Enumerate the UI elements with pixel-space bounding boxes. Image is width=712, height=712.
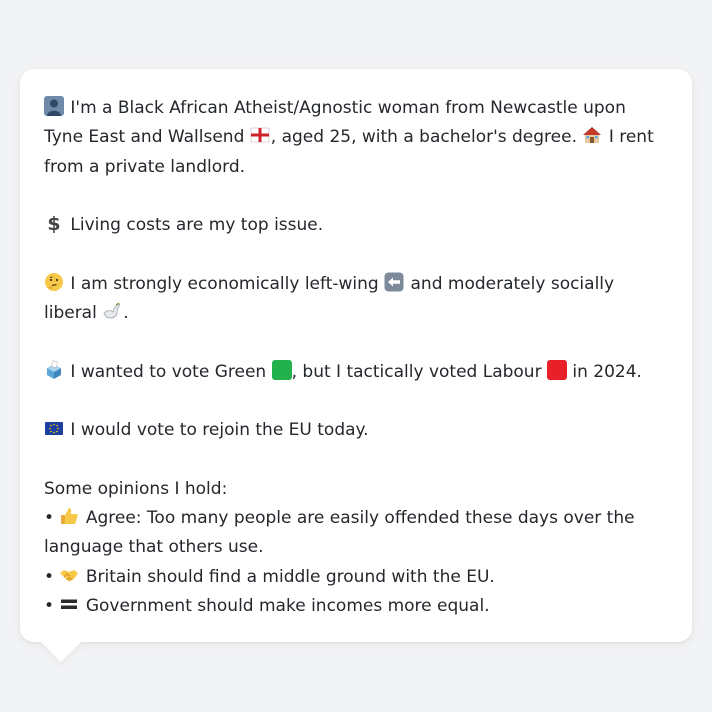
house-icon <box>583 127 602 144</box>
eu-paragraph: I would vote to rejoin the EU today. <box>44 416 668 445</box>
opinion-item: • Government should make incomes more eq… <box>44 592 668 621</box>
issue-text: Living costs are my top issue. <box>70 215 324 236</box>
ballot-box-icon <box>47 359 61 379</box>
opinion-text-2: Britain should find a middle ground with… <box>85 566 495 587</box>
profile-text-2: , aged 25, with a bachelor's degree. <box>270 127 577 148</box>
opinion-item: • Britain should find a middle ground wi… <box>44 563 668 592</box>
vote-text-1: I wanted to vote Green <box>70 361 267 382</box>
left-arrow-icon <box>384 272 404 292</box>
issue-paragraph: $ Living costs are my top issue. <box>44 211 668 240</box>
bullet: • <box>44 566 55 587</box>
vote-text-3: in 2024. <box>572 361 642 382</box>
opinion-text-1: Agree: Too many people are easily offend… <box>44 508 635 558</box>
ideology-text-3: . <box>123 303 129 324</box>
thinking-face-icon <box>45 272 63 291</box>
dove-icon <box>103 302 121 319</box>
bullet: • <box>44 596 55 617</box>
opinion-item: • Agree: Too many people are easily offe… <box>44 504 668 563</box>
dollar-icon: $ <box>47 213 60 233</box>
equals-icon <box>61 599 78 610</box>
red-square-icon <box>546 359 567 380</box>
thumbs-up-icon <box>61 508 79 525</box>
eu-flag-icon <box>45 422 63 436</box>
profile-paragraph: I'm a Black African Atheist/Agnostic wom… <box>44 94 668 182</box>
bullet: • <box>44 508 55 529</box>
vote-paragraph: I wanted to vote Green , but I tacticall… <box>44 358 668 387</box>
opinions-heading: Some opinions I hold: <box>44 478 228 499</box>
ideology-paragraph: I am strongly economically left-wing and… <box>44 270 668 329</box>
england-flag-icon <box>250 127 270 143</box>
person-icon <box>44 96 64 116</box>
ideology-text-1: I am strongly economically left-wing <box>70 273 379 294</box>
handshake-icon <box>60 569 79 582</box>
vote-text-2: , but I tactically voted Labour <box>291 361 542 382</box>
message-card: I'm a Black African Atheist/Agnostic wom… <box>20 69 692 642</box>
speech-bubble-tail <box>40 641 82 662</box>
eu-text: I would vote to rejoin the EU today. <box>70 420 369 441</box>
green-square-icon <box>271 359 292 380</box>
svg-text:$: $ <box>47 213 60 233</box>
opinion-text-3: Government should make incomes more equa… <box>85 596 490 617</box>
